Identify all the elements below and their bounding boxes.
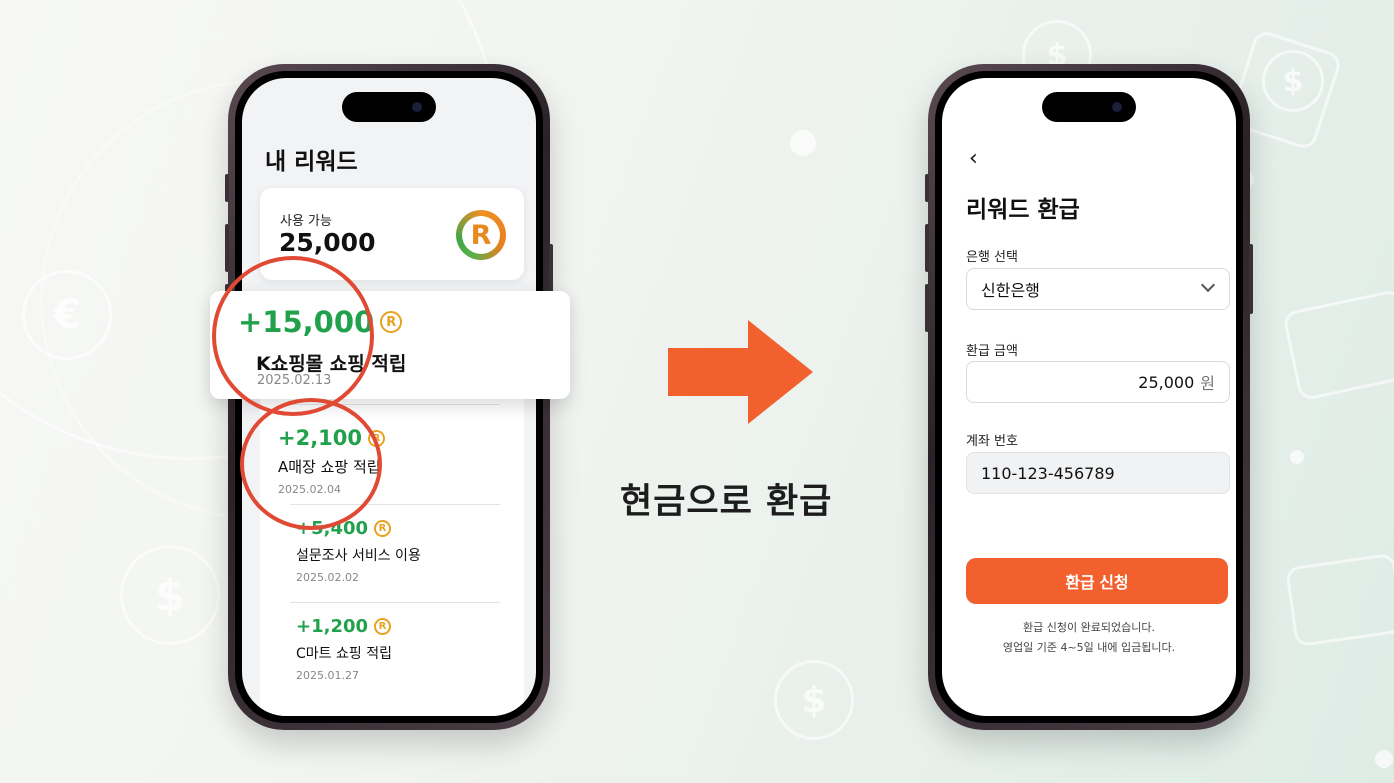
amount-value: 25,000 bbox=[1138, 372, 1195, 392]
refund-screen: ‹ 리워드 환급 은행 선택 신한은행 환급 금액 25,000 원 계좌 번호… bbox=[942, 78, 1236, 716]
bank-select[interactable]: 신한은행 bbox=[966, 268, 1230, 310]
balance-label: 사용 가능 bbox=[280, 214, 332, 229]
reward-mark-icon: R bbox=[374, 520, 392, 537]
refund-submit-button[interactable]: 환급 신청 bbox=[966, 558, 1228, 604]
notice-line: 영업일 기준 4~5일 내에 입금됩니다. bbox=[1002, 641, 1176, 654]
bank-label: 은행 선택 bbox=[966, 250, 1018, 265]
dollar-coin-icon: $ bbox=[120, 545, 220, 645]
notice-line: 환급 신청이 완료되었습니다. bbox=[1023, 621, 1155, 634]
amount-label: 환급 금액 bbox=[966, 344, 1018, 359]
page-title: 내 리워드 bbox=[265, 149, 358, 175]
amount-field[interactable]: 25,000 원 bbox=[966, 361, 1230, 403]
list-item[interactable]: +1,200 R C마트 쇼핑 적립 2025.01.27 bbox=[296, 616, 392, 682]
account-field[interactable]: 110-123-456789 bbox=[966, 452, 1230, 494]
reward-date: 2025.02.02 bbox=[296, 571, 359, 584]
balance-value: 25,000 bbox=[279, 228, 376, 257]
page-title: 리워드 환급 bbox=[966, 197, 1080, 223]
dollar-coin-icon: $ bbox=[774, 660, 854, 740]
chevron-down-icon bbox=[1200, 277, 1216, 293]
right-arrow-icon bbox=[668, 320, 813, 424]
reward-description: 설문조사 서비스 이용 bbox=[296, 548, 421, 564]
reward-mark-icon: R bbox=[374, 618, 392, 635]
reward-date: 2025.01.27 bbox=[296, 669, 359, 682]
account-value: 110-123-456789 bbox=[981, 463, 1115, 483]
card-icon bbox=[1284, 552, 1394, 648]
phone-refund: ‹ 리워드 환급 은행 선택 신한은행 환급 금액 25,000 원 계좌 번호… bbox=[925, 64, 1253, 730]
dollar-coin-icon: $ bbox=[1262, 50, 1324, 112]
bank-value: 신한은행 bbox=[981, 281, 1040, 300]
dollar-coin-icon: € bbox=[22, 270, 112, 360]
card-icon bbox=[1281, 288, 1394, 402]
account-label: 계좌 번호 bbox=[966, 434, 1018, 449]
highlight-ring bbox=[240, 398, 382, 530]
amount-unit: 원 bbox=[1200, 374, 1215, 393]
back-button[interactable]: ‹ bbox=[969, 146, 978, 171]
dynamic-island bbox=[342, 92, 436, 122]
highlight-ring bbox=[212, 256, 374, 416]
reward-mark-icon: R bbox=[380, 311, 403, 333]
conversion-label: 현금으로 환급 bbox=[620, 482, 833, 522]
reward-amount: +1,200 bbox=[296, 616, 369, 637]
dynamic-island bbox=[1042, 92, 1136, 122]
reward-coin-icon: R bbox=[456, 210, 506, 260]
reward-description: C마트 쇼핑 적립 bbox=[296, 646, 392, 662]
